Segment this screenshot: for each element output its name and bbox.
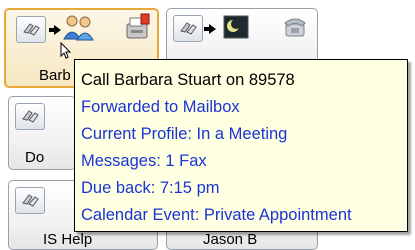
phone-icon: [23, 22, 40, 36]
contact-tooltip: Call Barbara Stuart on 89578 Forwarded t…: [74, 59, 408, 232]
tooltip-calendar-line: Calendar Event: Private Appointment: [81, 206, 352, 224]
night-moon-icon: [223, 15, 249, 39]
telephone-icon: [284, 18, 306, 37]
contact-name: Barb: [39, 67, 71, 84]
tooltip-profile-line: Current Profile: In a Meeting: [81, 125, 288, 143]
contact-name: IS Help: [43, 231, 93, 248]
phone-status-button[interactable]: [15, 187, 45, 214]
phone-icon: [22, 193, 39, 207]
tooltip-forwarded-line: Forwarded to Mailbox: [81, 98, 240, 116]
tooltip-call-line: Call Barbara Stuart on 89578: [81, 71, 295, 89]
mouse-cursor-icon: [60, 42, 72, 59]
tooltip-messages-line: Messages: 1 Fax: [81, 152, 207, 170]
fax-icon: [126, 13, 150, 39]
contact-name: Do: [25, 149, 45, 166]
phone-status-button[interactable]: [173, 15, 203, 42]
contact-name: Jason B: [203, 231, 258, 248]
people-icon: [63, 15, 94, 41]
tooltip-due-back-line: Due back: 7:15 pm: [81, 179, 220, 197]
forward-arrow-icon: [49, 25, 61, 35]
phone-icon: [180, 21, 197, 35]
contact-card-3[interactable]: Do: [8, 96, 76, 170]
phone-status-button[interactable]: [15, 103, 45, 130]
phone-status-button[interactable]: [16, 16, 46, 43]
forward-arrow-icon: [204, 24, 216, 34]
phone-icon: [22, 109, 39, 123]
